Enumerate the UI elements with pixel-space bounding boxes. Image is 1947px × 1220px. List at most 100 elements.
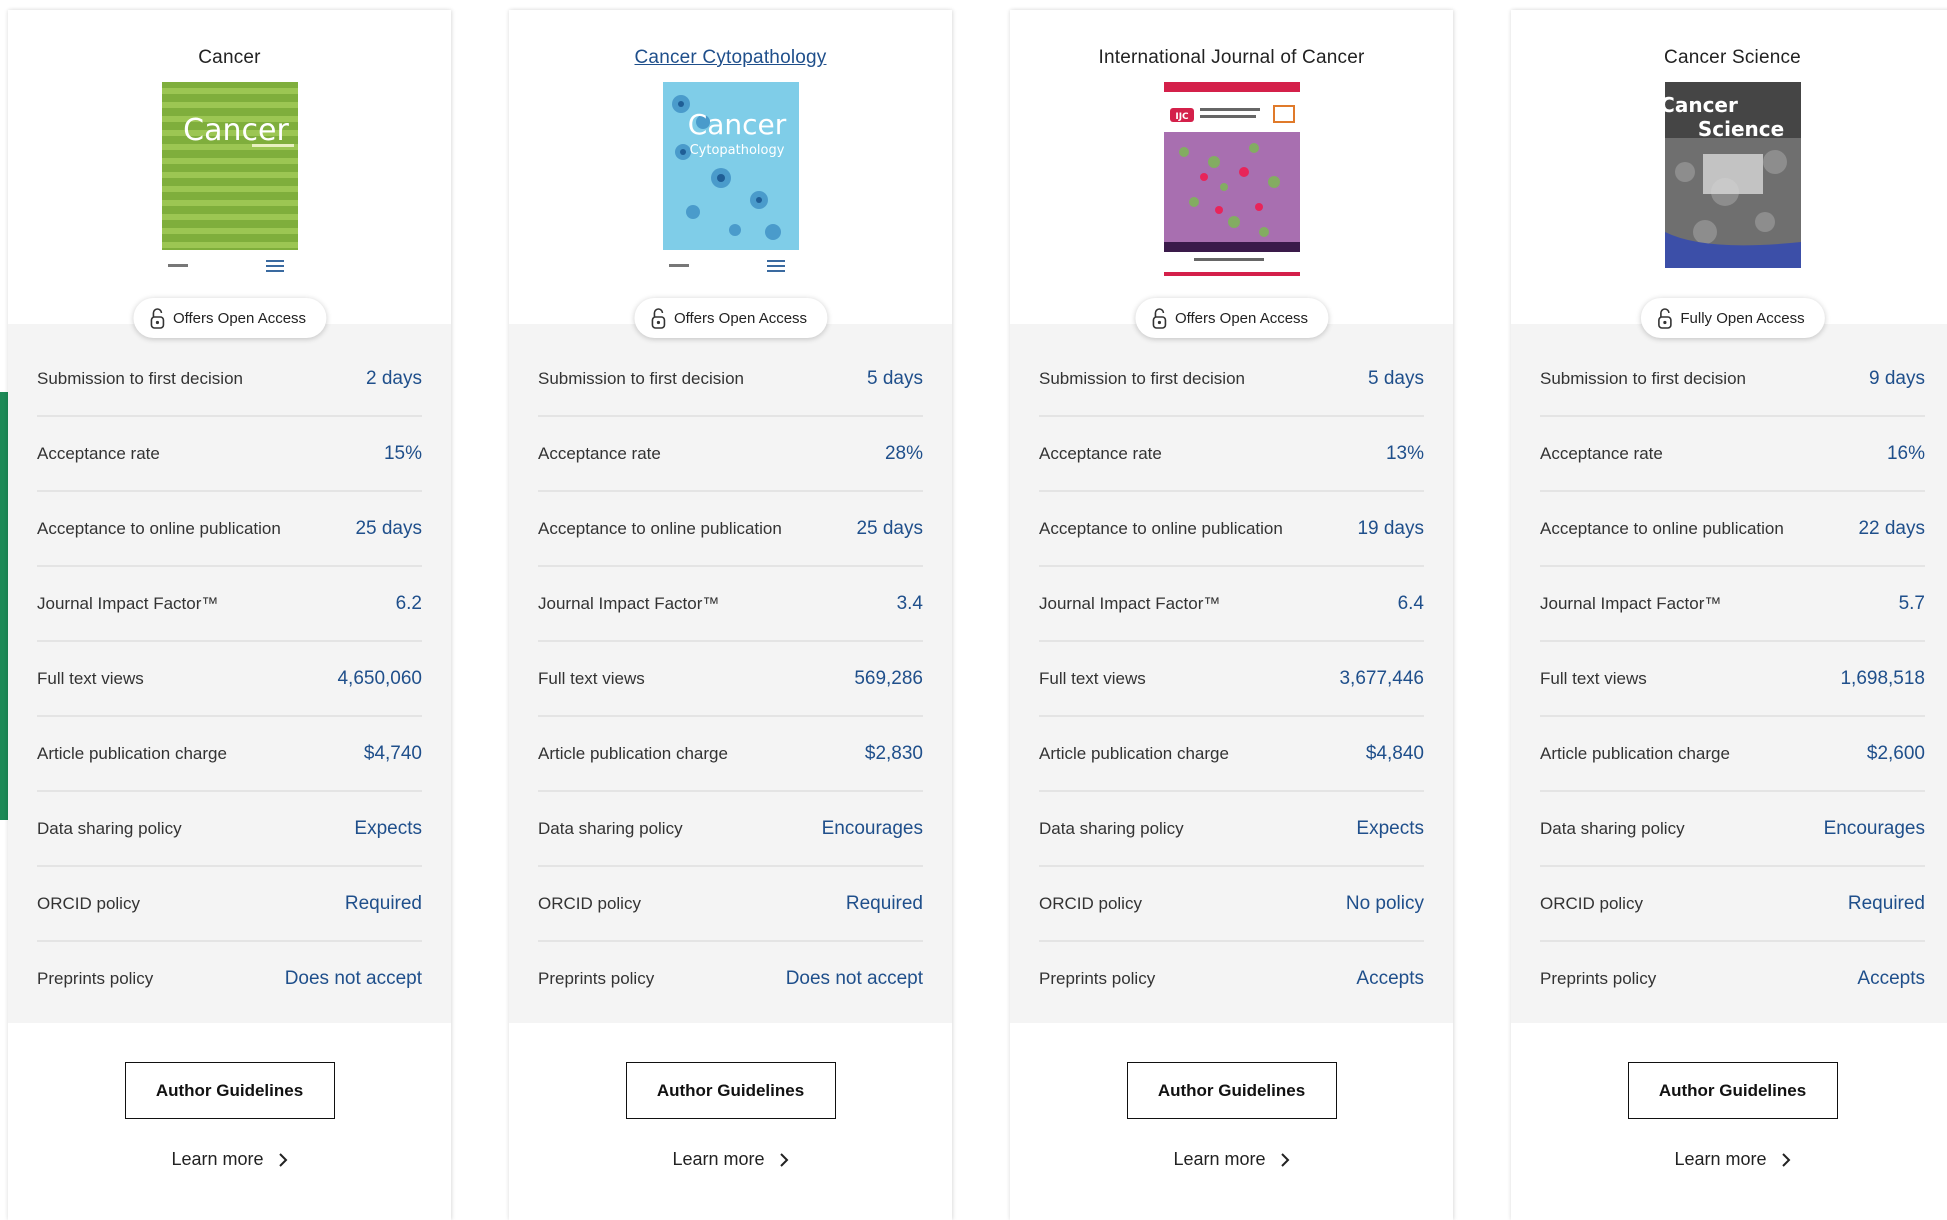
- metric-value: Required: [845, 892, 923, 914]
- metric-row: ORCID policy No policy: [1039, 867, 1424, 942]
- author-guidelines-button[interactable]: Author Guidelines: [1126, 1062, 1337, 1119]
- metrics-list: Submission to first decision 5 days Accep…: [1010, 324, 1453, 1023]
- journal-card-cancer-cytopathology: Cancer Cytopathology Cancer Cytopatholog…: [509, 10, 952, 1220]
- metric-label: ORCID policy: [37, 893, 140, 913]
- metric-label: Acceptance rate: [1039, 443, 1162, 463]
- metric-row: Article publication charge $2,830: [538, 717, 923, 792]
- metric-label: Journal Impact Factor™: [538, 593, 720, 613]
- open-lock-icon: [651, 308, 665, 329]
- metric-value: 9 days: [1869, 367, 1925, 389]
- journal-cover-image: Cancer Science: [1664, 82, 1801, 278]
- metric-row: Preprints policy Accepts: [1039, 942, 1424, 1015]
- chevron-right-icon: [278, 1152, 287, 1167]
- access-label: Offers Open Access: [172, 309, 307, 327]
- metric-value: 16%: [1886, 442, 1925, 464]
- metric-row: Data sharing policy Encourages: [538, 792, 923, 867]
- metric-row: ORCID policy Required: [37, 867, 422, 942]
- metrics-list: Submission to first decision 9 days Accep…: [1511, 324, 1947, 1023]
- metric-value: $4,740: [363, 742, 422, 764]
- author-guidelines-button[interactable]: Author Guidelines: [625, 1062, 836, 1119]
- metric-row: Journal Impact Factor™ 6.2: [37, 567, 422, 642]
- metric-row: Preprints policy Does not accept: [538, 942, 923, 1015]
- metric-value: 5 days: [867, 367, 923, 389]
- metric-label: Acceptance rate: [1540, 443, 1663, 463]
- metric-label: Submission to first decision: [1540, 368, 1746, 388]
- metric-row: Acceptance rate 15%: [37, 417, 422, 492]
- author-guidelines-button[interactable]: Author Guidelines: [1627, 1062, 1838, 1119]
- chevron-right-icon: [1781, 1152, 1790, 1167]
- learn-more-label: Learn more: [1173, 1149, 1266, 1169]
- metric-label: Full text views: [37, 668, 144, 688]
- metric-row: Preprints policy Does not accept: [37, 942, 422, 1015]
- metric-label: ORCID policy: [538, 893, 641, 913]
- metric-row: Data sharing policy Expects: [1039, 792, 1424, 867]
- open-lock-icon: [1657, 308, 1672, 329]
- learn-more-link[interactable]: Learn more: [1173, 1149, 1289, 1170]
- metric-label: Acceptance rate: [538, 443, 661, 463]
- metric-label: Acceptance rate: [37, 443, 160, 463]
- metric-row: Data sharing policy Expects: [37, 792, 422, 867]
- metric-label: Journal Impact Factor™: [1540, 593, 1722, 613]
- metric-value: 5.7: [1898, 592, 1925, 614]
- metric-label: Submission to first decision: [538, 368, 744, 388]
- metric-label: Data sharing policy: [1039, 818, 1184, 838]
- metric-row: Preprints policy Accepts: [1540, 942, 1925, 1015]
- metric-value: 1,698,518: [1840, 667, 1925, 689]
- chevron-right-icon: [779, 1152, 788, 1167]
- metric-row: ORCID policy Required: [1540, 867, 1925, 942]
- metric-row: Acceptance rate 16%: [1540, 417, 1925, 492]
- open-access-badge: Offers Open Access: [1134, 298, 1329, 338]
- metric-label: Article publication charge: [538, 743, 728, 763]
- access-label: Offers Open Access: [673, 309, 808, 327]
- metric-label: Data sharing policy: [538, 818, 683, 838]
- metric-label: ORCID policy: [1540, 893, 1643, 913]
- metric-label: Article publication charge: [1540, 743, 1730, 763]
- learn-more-link[interactable]: Learn more: [672, 1149, 788, 1170]
- metric-row: Journal Impact Factor™ 5.7: [1540, 567, 1925, 642]
- metric-value: Expects: [354, 817, 422, 839]
- card-actions: Author Guidelines Learn more: [1511, 1023, 1947, 1220]
- metric-label: Acceptance to online publication: [538, 518, 782, 538]
- author-guidelines-button[interactable]: Author Guidelines: [124, 1062, 335, 1119]
- open-access-badge: Offers Open Access: [633, 298, 828, 338]
- access-label: Offers Open Access: [1174, 309, 1309, 327]
- metric-value: Does not accept: [284, 967, 422, 989]
- metric-row: Full text views 569,286: [538, 642, 923, 717]
- metric-value: 25 days: [856, 517, 923, 539]
- metric-label: ORCID policy: [1039, 893, 1142, 913]
- metric-label: Acceptance to online publication: [1540, 518, 1784, 538]
- metric-row: Submission to first decision 5 days: [538, 342, 923, 417]
- journal-title-link[interactable]: Cancer Cytopathology: [635, 46, 827, 70]
- metric-label: Full text views: [1540, 668, 1647, 688]
- svg-text:Cytopathology: Cytopathology: [689, 143, 784, 158]
- metric-row: Full text views 1,698,518: [1540, 642, 1925, 717]
- metric-value: $4,840: [1365, 742, 1424, 764]
- learn-more-label: Learn more: [1674, 1149, 1767, 1169]
- learn-more-link[interactable]: Learn more: [1674, 1149, 1790, 1170]
- chevron-right-icon: [1280, 1152, 1289, 1167]
- journal-card-cancer-science: Cancer Science Cancer Science Fully Open…: [1511, 10, 1947, 1220]
- learn-more-link[interactable]: Learn more: [171, 1149, 287, 1170]
- metric-value: Expects: [1356, 817, 1424, 839]
- metric-row: Article publication charge $4,840: [1039, 717, 1424, 792]
- metric-row: Acceptance to online publication 22 days: [1540, 492, 1925, 567]
- metric-label: Article publication charge: [1039, 743, 1229, 763]
- metric-label: Data sharing policy: [1540, 818, 1685, 838]
- metric-value: 6.2: [395, 592, 422, 614]
- metric-value: 2 days: [366, 367, 422, 389]
- svg-text:Cancer: Cancer: [687, 108, 786, 141]
- svg-text:Science: Science: [1697, 117, 1783, 141]
- journal-title: Cancer: [198, 47, 261, 68]
- metric-label: Data sharing policy: [37, 818, 182, 838]
- svg-text:IJC: IJC: [1175, 112, 1189, 122]
- metric-value: 569,286: [854, 667, 923, 689]
- metric-row: ORCID policy Required: [538, 867, 923, 942]
- metric-value: 3,677,446: [1339, 667, 1424, 689]
- journal-title: Cancer Science: [1664, 47, 1801, 68]
- metric-value: No policy: [1345, 892, 1424, 914]
- metric-value: Accepts: [1857, 967, 1925, 989]
- open-lock-icon: [1152, 308, 1166, 329]
- metric-label: Full text views: [1039, 668, 1146, 688]
- metric-row: Article publication charge $4,740: [37, 717, 422, 792]
- metric-label: Submission to first decision: [1039, 368, 1245, 388]
